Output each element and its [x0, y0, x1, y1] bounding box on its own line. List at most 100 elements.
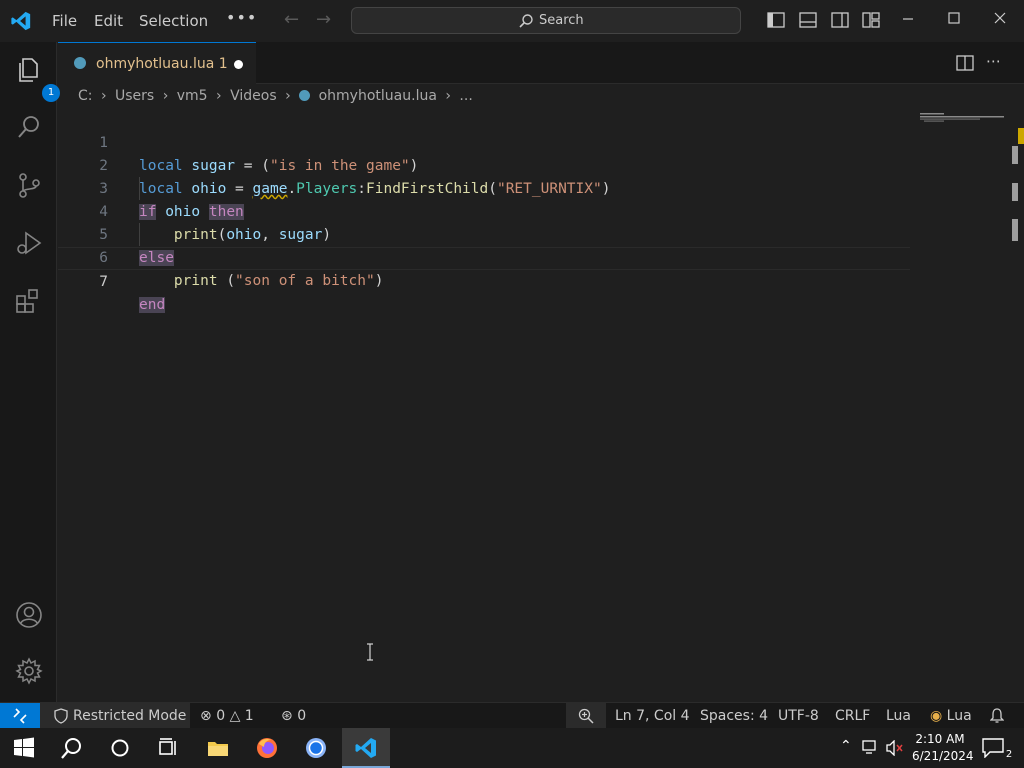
toggle-primary-sidebar-icon[interactable] — [767, 12, 785, 28]
lua-extension-status[interactable]: ◉ Lua — [930, 708, 972, 724]
search-icon[interactable] — [14, 112, 44, 142]
unsaved-dot-icon[interactable] — [234, 60, 243, 69]
chevron-right-icon: › — [162, 88, 169, 104]
clock-time: 2:10 AM — [915, 732, 965, 746]
notifications-bell-icon[interactable] — [990, 708, 1004, 724]
eol-setting[interactable]: CRLF — [835, 708, 870, 724]
error-count: 0 — [216, 708, 226, 724]
remote-icon — [13, 708, 27, 724]
chevron-right-icon: › — [216, 88, 222, 104]
files-icon — [19, 58, 38, 82]
code-line-current[interactable]: 7 end — [58, 247, 910, 313]
windows-start-icon[interactable] — [12, 736, 36, 760]
editor-more-actions-icon[interactable]: ⋯ — [986, 52, 1004, 70]
code-line[interactable]: 6 print ("son of a bitch") — [58, 224, 910, 289]
language-mode[interactable]: Lua — [886, 708, 911, 724]
explorer-button[interactable]: 1 — [14, 54, 60, 102]
lua-file-icon — [299, 90, 311, 101]
lua-file-icon — [74, 57, 86, 69]
breadcrumb-users[interactable]: Users — [115, 88, 154, 104]
cursor-position[interactable]: Ln 7, Col 4 — [615, 708, 690, 724]
editor-tab-bar: ohmyhotluau.lua 1 ⋯ — [58, 42, 1024, 84]
shield-icon — [54, 708, 68, 724]
tab-label: ohmyhotluau.lua 1 — [96, 56, 228, 72]
chevron-up-icon[interactable]: ⌃ — [840, 738, 852, 754]
command-center-search[interactable]: Search — [351, 7, 741, 34]
cat-face-icon: ◉ — [930, 708, 943, 724]
notification-count: 2 — [1005, 749, 1013, 760]
code-line[interactable]: 5 else — [58, 201, 910, 266]
network-icon[interactable] — [862, 740, 880, 756]
vscode-taskbar-button[interactable] — [342, 728, 390, 768]
menu-edit[interactable]: Edit — [94, 12, 123, 30]
encoding-setting[interactable]: UTF-8 — [778, 708, 819, 724]
volume-muted-icon[interactable] — [886, 740, 904, 756]
search-icon[interactable] — [60, 736, 84, 760]
code-line[interactable]: 3 if ohio then — [58, 155, 910, 220]
more-menu-icon[interactable]: ••• — [226, 8, 257, 27]
chevron-right-icon: › — [100, 88, 107, 104]
ports-count: 0 — [297, 708, 307, 724]
scroll-marker — [1012, 146, 1018, 164]
accounts-icon[interactable] — [14, 600, 44, 630]
code-line[interactable]: 2 local ohio = game.Players:FindFirstChi… — [58, 132, 910, 197]
scroll-marker — [1012, 219, 1018, 241]
vscode-logo-icon — [11, 11, 31, 31]
breadcrumb-videos[interactable]: Videos — [230, 88, 277, 104]
clock-date: 6/21/2024 — [912, 749, 974, 763]
zoom-button[interactable] — [566, 703, 606, 729]
chevron-right-icon: › — [445, 88, 451, 104]
remote-indicator-button[interactable] — [0, 703, 40, 729]
lua-extension-label: Lua — [946, 708, 972, 724]
run-and-debug-icon[interactable] — [14, 228, 44, 258]
breadcrumb-file[interactable]: ohmyhotluau.lua — [319, 88, 437, 104]
task-view-icon[interactable] — [156, 736, 180, 760]
zoom-in-icon — [578, 708, 594, 724]
menu-file[interactable]: File — [52, 12, 77, 30]
problems-button[interactable]: ⊗ 0 △ 1 — [200, 708, 254, 724]
breadcrumb-vm5[interactable]: vm5 — [177, 88, 208, 104]
forward-arrow-icon[interactable]: → — [316, 9, 331, 30]
windows-taskbar: ⌃ 2:10 AM 6/21/2024 2 — [0, 728, 1024, 768]
line-number: 7 — [99, 274, 108, 290]
extensions-icon[interactable] — [14, 286, 44, 316]
warning-icon: △ — [229, 708, 241, 724]
split-editor-icon[interactable] — [956, 54, 974, 72]
indentation-setting[interactable]: Spaces: 4 — [700, 708, 768, 724]
close-icon[interactable] — [992, 10, 1008, 26]
ports-button[interactable]: ⊛ 0 — [281, 708, 306, 724]
explorer-badge: 1 — [42, 84, 60, 102]
system-clock[interactable]: 2:10 AM 6/21/2024 — [912, 731, 974, 765]
tab-ohmyhotluau-lua[interactable]: ohmyhotluau.lua 1 — [58, 42, 256, 84]
error-icon: ⊗ — [200, 708, 212, 724]
back-arrow-icon[interactable]: ← — [284, 9, 299, 30]
cortana-icon[interactable] — [108, 736, 132, 760]
maximize-icon[interactable] — [946, 10, 962, 26]
breadcrumb-symbols[interactable]: ... — [459, 88, 472, 104]
menu-selection[interactable]: Selection — [139, 12, 208, 30]
code-line[interactable]: 1 local sugar = ("is in the game") — [58, 109, 910, 174]
broadcast-icon: ⊛ — [281, 708, 293, 724]
settings-gear-icon[interactable] — [14, 656, 44, 686]
source-control-icon[interactable] — [14, 170, 44, 200]
code-text: end — [139, 297, 166, 313]
warning-count: 1 — [244, 708, 254, 724]
code-editor[interactable]: 1 local sugar = ("is in the game") 2 loc… — [58, 108, 1024, 702]
text-cursor-icon — [367, 643, 373, 661]
search-icon — [519, 14, 533, 28]
activity-bar: 1 — [0, 42, 60, 702]
firefox-icon[interactable] — [255, 736, 279, 760]
restricted-mode-label: Restricted Mode — [73, 708, 187, 724]
breadcrumb-drive[interactable]: C: — [78, 88, 93, 104]
minimap[interactable] — [920, 112, 1006, 124]
scroll-warning-marker — [1018, 128, 1024, 144]
toggle-secondary-sidebar-icon[interactable] — [831, 12, 849, 28]
restricted-mode-button[interactable]: Restricted Mode — [40, 703, 190, 729]
chrome-icon[interactable] — [304, 736, 328, 760]
code-line[interactable]: 4 print(ohio, sugar) — [58, 178, 910, 243]
title-bar: File Edit Selection ••• ← → Search — [0, 0, 1024, 42]
customize-layout-icon[interactable] — [862, 12, 880, 28]
minimize-icon[interactable] — [900, 10, 916, 26]
file-explorer-icon[interactable] — [206, 736, 230, 760]
toggle-panel-icon[interactable] — [799, 12, 817, 28]
